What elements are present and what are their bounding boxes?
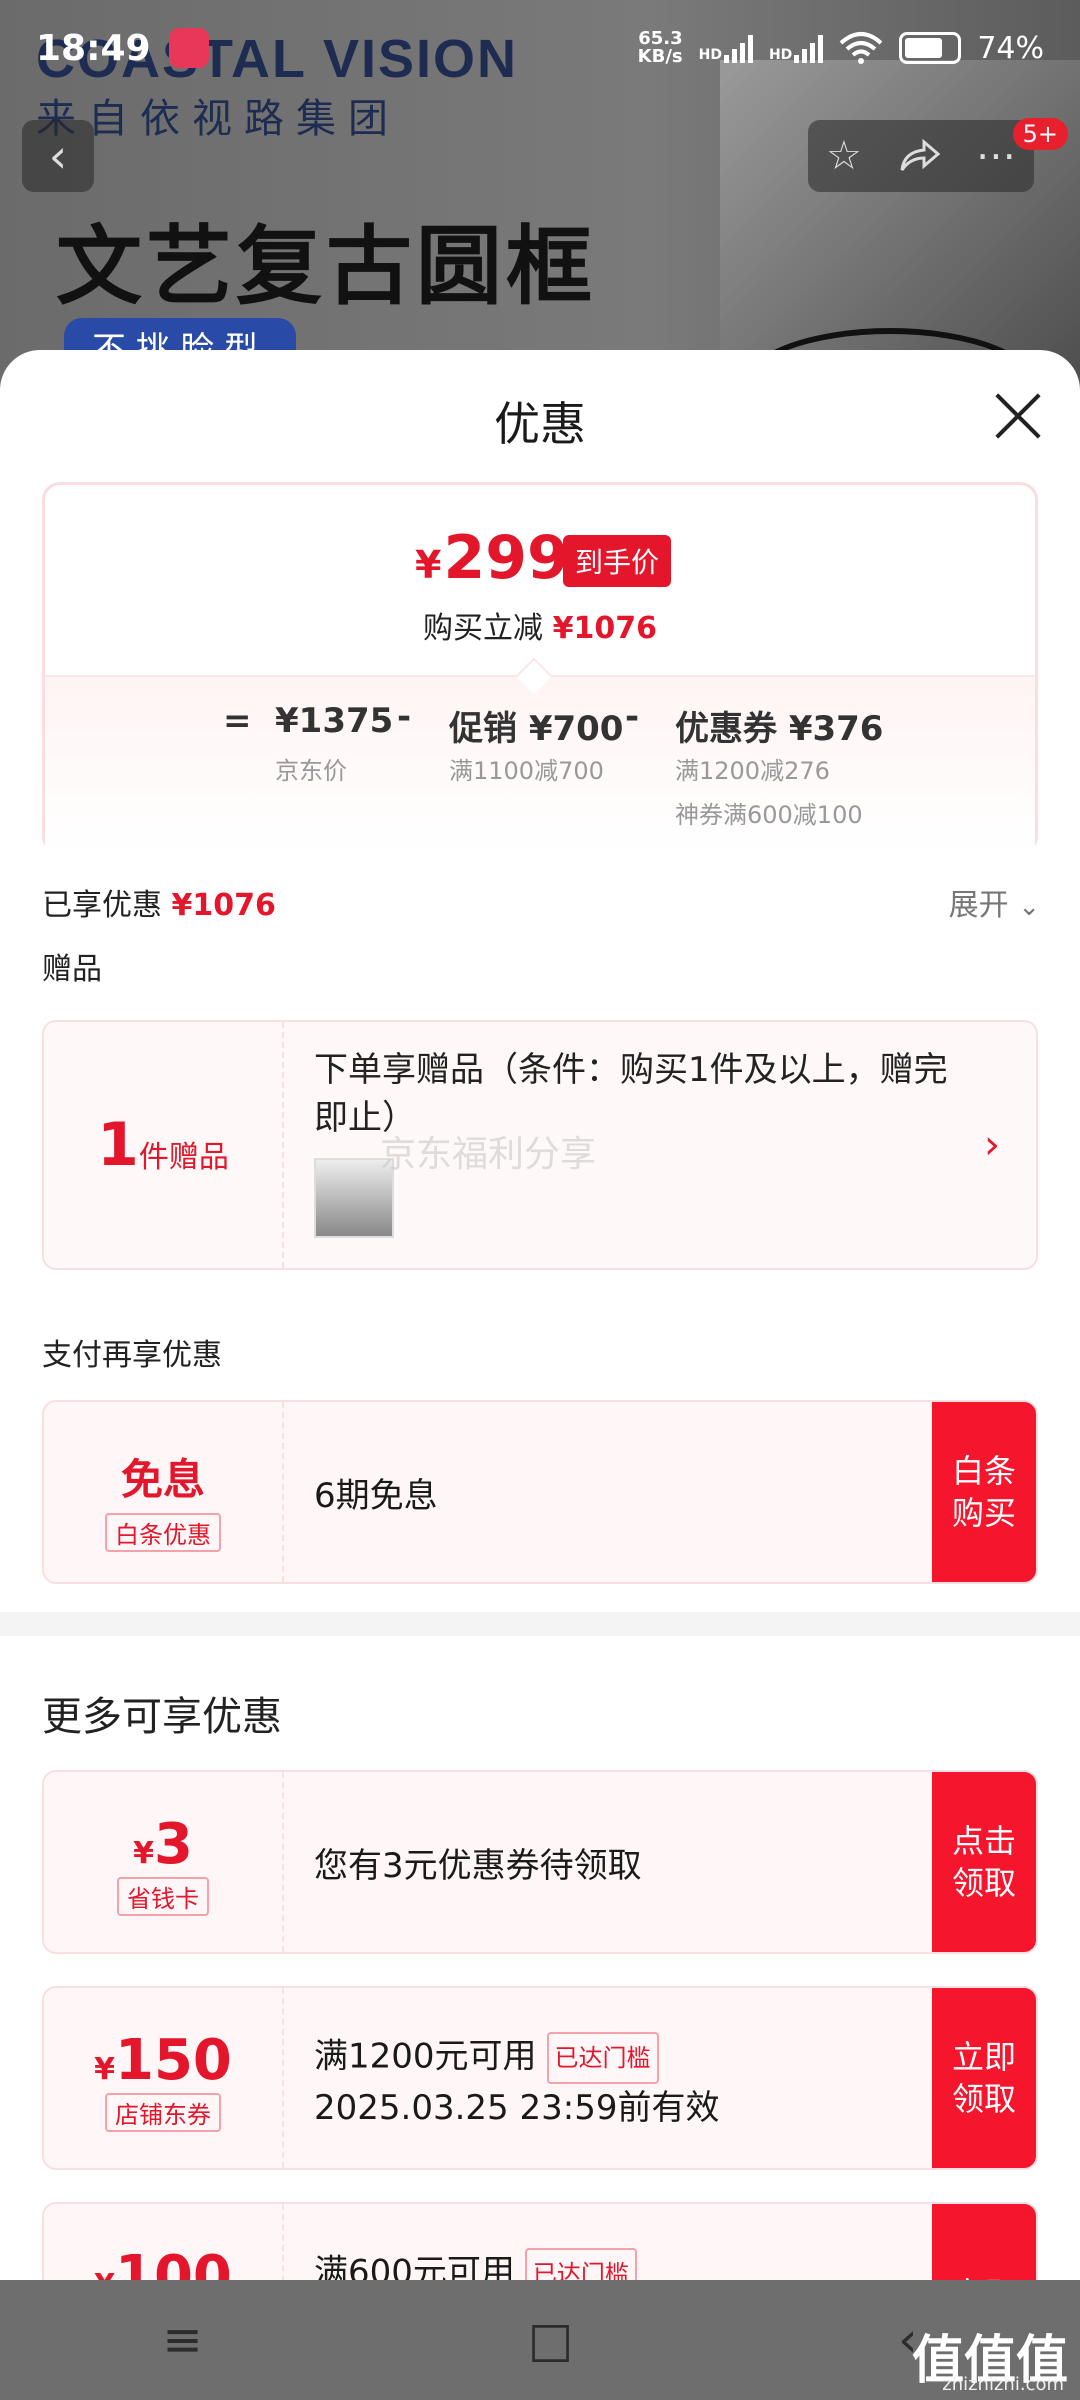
signal-1-label: HD	[698, 47, 722, 63]
coupon-label-1: 满1200减276	[675, 757, 830, 785]
expand-label: 展开	[948, 888, 1009, 923]
expand-button[interactable]: 展开 ⌄	[949, 880, 1040, 924]
price-breakdown-card: ¥299 到手价 购买立减 ¥1076 = ¥1375 京东价 - 促销 ¥70…	[42, 482, 1038, 854]
reduce-label: 购买立减	[423, 611, 544, 646]
reduce-line: 购买立减 ¥1076	[45, 603, 1035, 647]
coupon-condition: 满600元可用	[314, 2252, 515, 2281]
gift-count: 1 件赠品	[44, 1022, 284, 1268]
threshold-reached-tag: 已达门槛	[546, 2032, 659, 2084]
coupon-condition: 满1200元可用	[314, 2036, 537, 2077]
reduce-value: ¥1076	[552, 611, 657, 646]
status-bar: 18:49 65.3 KB/s HD HD 74%	[0, 0, 1080, 96]
coupon-validity: 2025.03.25 23:59前有效	[314, 2088, 720, 2128]
coupon-currency: ¥	[94, 2052, 115, 2087]
status-time: 18:49	[36, 27, 151, 69]
star-icon[interactable]: ☆	[826, 133, 862, 179]
pay-section-title: 支付再享优惠	[42, 1338, 222, 1373]
signal-icon-1: HD	[699, 33, 753, 63]
coupon-item: ¥100 满600元可用已达门槛 立即	[42, 2202, 1038, 2280]
coupon-desc: 您有3元优惠券待领取	[314, 1845, 642, 1886]
battery-icon	[899, 32, 962, 64]
enjoyed-discount: 已享优惠 ¥1076	[42, 880, 276, 924]
baitiao-card: 免息 白条优惠 6期免息 白条购买	[42, 1400, 1038, 1584]
battery-percent: 74%	[977, 30, 1044, 66]
enjoyed-value: ¥1076	[171, 888, 276, 923]
coupon-tag: 店铺东券	[105, 2093, 221, 2132]
promo-value: 促销 ¥700	[449, 709, 624, 749]
banner-headline: 文艺复古圆框	[56, 217, 596, 317]
baitiao-left: 免息 白条优惠	[44, 1402, 284, 1582]
wifi-icon	[839, 32, 883, 64]
site-watermark-url: zhizhizhi.com	[942, 2374, 1064, 2395]
final-price: ¥299	[415, 523, 569, 593]
sheet-title: 优惠	[494, 397, 586, 451]
section-divider	[0, 1612, 1080, 1636]
coupon-amount: ¥3 省钱卡	[44, 1772, 284, 1952]
chevron-down-icon: ⌄	[1018, 892, 1040, 922]
claim-button[interactable]: 点击领取	[932, 1772, 1036, 1952]
gift-section-title: 赠品	[42, 952, 102, 987]
chevron-left-icon: ‹	[48, 129, 68, 183]
gift-count-number: 1	[97, 1110, 139, 1180]
back-button[interactable]: ‹	[22, 120, 94, 192]
app-notification-icon	[168, 28, 209, 68]
currency-symbol: ¥	[415, 543, 442, 587]
signal-icon-2: HD	[768, 33, 824, 63]
more-section-title: 更多可享优惠	[42, 1694, 282, 1740]
enjoyed-label: 已享优惠	[42, 888, 162, 923]
installment-desc: 6期免息	[314, 1475, 438, 1516]
message-badge: 5+	[1012, 118, 1068, 150]
share-icon[interactable]	[898, 138, 940, 174]
promo-label: 满1100减700	[449, 757, 604, 785]
discount-sheet: 优惠 ¥299 到手价 购买立减 ¥1076 = ¥1375 京东价 - 促销 …	[0, 350, 1080, 2280]
coupon-amount: ¥100	[44, 2204, 284, 2280]
coupon-amount-value: 150	[114, 2028, 232, 2093]
final-price-value: 299	[443, 523, 569, 593]
net-speed: 65.3 KB/s	[638, 30, 683, 66]
status-indicators: 65.3 KB/s HD HD 74%	[638, 30, 1044, 66]
coupon-label-2: 神券满600减100	[675, 801, 863, 829]
coupon-tag: 省钱卡	[117, 1877, 209, 1916]
baitiao-tag: 白条优惠	[105, 1513, 221, 1552]
coupon-currency: ¥	[133, 1836, 154, 1871]
coupon-currency: ¥	[94, 2268, 115, 2280]
interest-free-title: 免息	[120, 1455, 205, 1504]
chevron-right-icon: ›	[984, 1122, 1000, 1168]
final-price-tag: 到手价	[563, 535, 672, 587]
menu-icon[interactable]: ≡	[163, 2312, 203, 2368]
coupon-value: 优惠券 ¥376	[675, 709, 884, 749]
base-price-label: 京东价	[275, 757, 347, 785]
net-speed-unit: KB/s	[637, 46, 683, 67]
coupon-amount-value: 100	[114, 2244, 232, 2280]
image-watermark: 京东福利分享	[380, 1134, 597, 1175]
minus-sign-1: -	[397, 697, 412, 737]
baitiao-buy-button[interactable]: 白条购买	[932, 1402, 1036, 1582]
equals-sign: =	[223, 701, 252, 741]
claim-button[interactable]: 立即	[932, 2204, 1036, 2280]
close-icon[interactable]	[994, 392, 1042, 440]
gift-count-unit: 件赠品	[138, 1140, 229, 1175]
minus-sign-2: -	[625, 697, 640, 737]
signal-2-label: HD	[768, 47, 793, 63]
threshold-reached-tag: 已达门槛	[524, 2248, 637, 2280]
top-action-group: ☆ ⋯	[808, 120, 1034, 192]
coupon-item: ¥3 省钱卡 您有3元优惠券待领取 点击领取	[42, 1770, 1038, 1954]
base-price-value: ¥1375	[275, 701, 394, 741]
coupon-amount-value: 3	[153, 1812, 193, 1877]
claim-button[interactable]: 立即领取	[932, 1988, 1036, 2168]
coupon-item: ¥150 店铺东券 满1200元可用 已达门槛 2025.03.25 23:59前…	[42, 1986, 1038, 2170]
coupon-amount: ¥150 店铺东券	[44, 1988, 284, 2168]
home-icon[interactable]: □	[528, 2312, 573, 2368]
more-icon[interactable]: ⋯	[976, 133, 1016, 179]
